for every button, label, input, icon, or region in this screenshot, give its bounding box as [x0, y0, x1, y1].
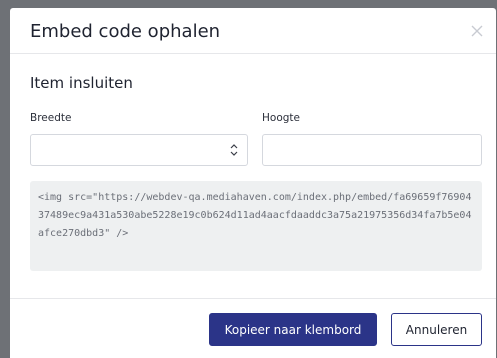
page: { "modal": { "title": "Embed code ophale… [0, 0, 497, 358]
dialog-title: Embed code ophalen [30, 21, 221, 42]
close-button[interactable] [466, 20, 488, 42]
dialog-footer: Kopieer naar klembord Annuleren [10, 298, 496, 358]
width-input[interactable] [30, 134, 248, 166]
embed-code-block[interactable]: <img src="https://webdev-qa.mediahaven.c… [30, 181, 482, 271]
stepper-icon[interactable] [229, 143, 239, 157]
height-input[interactable] [262, 134, 482, 166]
copy-to-clipboard-button[interactable]: Kopieer naar klembord [209, 313, 377, 346]
close-icon [471, 25, 483, 37]
embed-code-dialog: Embed code ophalen Item insluiten Breedt… [10, 8, 496, 358]
height-label: Hoogte [262, 112, 300, 124]
section-title: Item insluiten [30, 74, 133, 92]
dialog-header: Embed code ophalen [10, 8, 496, 54]
cancel-button[interactable]: Annuleren [391, 313, 482, 346]
width-label: Breedte [30, 112, 72, 124]
